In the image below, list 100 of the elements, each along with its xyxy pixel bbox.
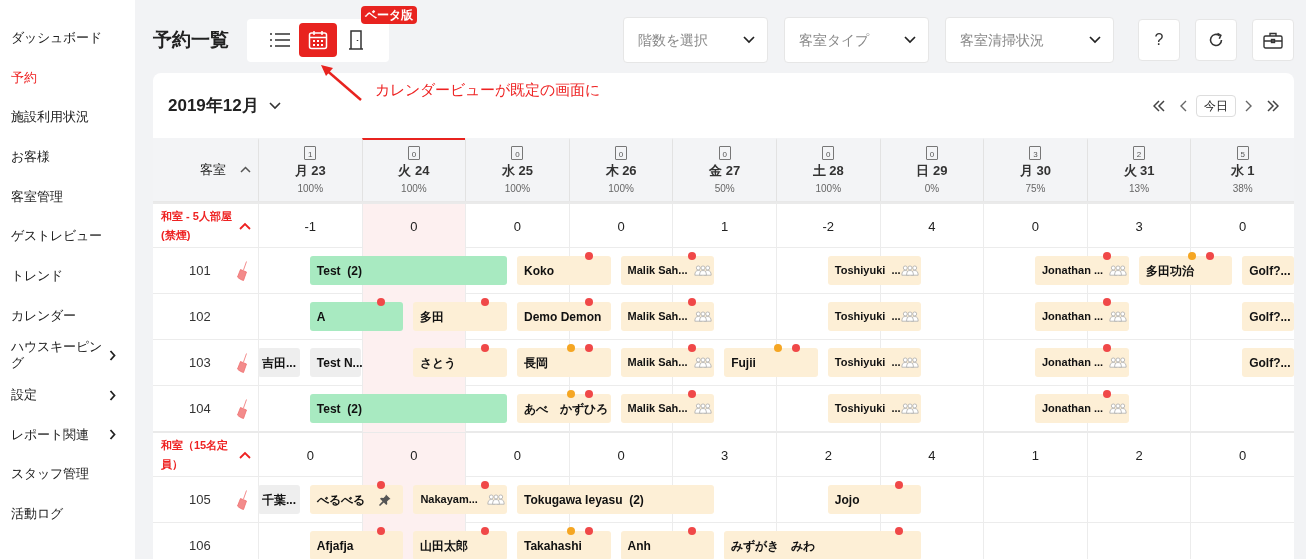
- availability-count: 0: [1239, 446, 1247, 465]
- guest-name: Fujii: [731, 354, 756, 372]
- chevron-down-icon[interactable]: [268, 101, 281, 110]
- occupancy-rate: 100%: [401, 182, 427, 196]
- sidebar-item[interactable]: トレンド: [0, 256, 135, 296]
- room-number: 103: [189, 353, 212, 372]
- guest-name: Toshiyuki ...: [834, 263, 901, 279]
- occupancy-rate: 75%: [1025, 182, 1046, 196]
- guest-name: Toshiyuki ...: [834, 355, 901, 371]
- refresh-button[interactable]: [1195, 19, 1237, 61]
- booking-bar[interactable]: 吉田...: [258, 348, 300, 377]
- room-count-badge: 0: [925, 146, 938, 160]
- room-number: 102: [189, 307, 212, 326]
- room-column-header: 客室: [200, 160, 226, 179]
- help-button[interactable]: ?: [1138, 19, 1180, 61]
- booking-bar[interactable]: Toshiyuki ...: [827, 302, 922, 331]
- availability-count: 1: [721, 217, 729, 236]
- chevron-up-icon[interactable]: [239, 450, 251, 459]
- guest-name: Malik Sah...: [627, 309, 688, 325]
- guest-name: Test (2): [316, 400, 362, 418]
- booking-bar[interactable]: Golf?...: [1242, 256, 1294, 285]
- guest-name: 吉田...: [262, 354, 296, 372]
- annotation-text: カレンダービューが既定の画面に: [375, 80, 600, 100]
- guest-name: Toshiyuki ...: [834, 309, 901, 325]
- room-count-badge: 2: [1133, 146, 1146, 160]
- calendar-icon: [308, 30, 328, 50]
- booking-bar[interactable]: Toshiyuki ...: [827, 256, 922, 285]
- day-label: 火 31: [1123, 162, 1155, 180]
- refresh-icon: [1208, 32, 1224, 48]
- sidebar-item[interactable]: 施設利用状況: [0, 97, 135, 138]
- briefcase-button[interactable]: [1252, 19, 1294, 61]
- guest-name: Jonathan ...: [1042, 355, 1104, 371]
- chevron-down-icon: [1089, 36, 1101, 44]
- sidebar-item[interactable]: 設定: [0, 375, 135, 415]
- page-title: 予約一覧: [153, 27, 230, 52]
- booking-bar[interactable]: Tokugawa Ieyasu (2): [517, 485, 715, 514]
- guest-name: Jojo: [834, 491, 860, 509]
- guest-name: Malik Sah...: [627, 263, 688, 279]
- filter-dropdown[interactable]: 客室タイプ: [784, 17, 929, 63]
- room-count-badge: 0: [407, 146, 420, 160]
- booking-bar[interactable]: Toshiyuki ...: [827, 348, 922, 377]
- day-label: 土 28: [812, 162, 844, 180]
- availability-count: 0: [306, 446, 314, 465]
- sidebar-item[interactable]: 客室管理: [0, 176, 135, 217]
- booking-bar[interactable]: Golf?...: [1242, 302, 1294, 331]
- booking-bar[interactable]: Test N...: [309, 348, 361, 377]
- guest-name: べるべる: [316, 491, 365, 509]
- guest-name: Demo Demon: [524, 308, 602, 326]
- sidebar-item[interactable]: 予約: [0, 57, 135, 98]
- dropdown-placeholder: 客室清掃状況: [960, 30, 1044, 50]
- sidebar-item[interactable]: レポート関連: [0, 414, 135, 455]
- sidebar-item[interactable]: ハウスキーピング: [0, 335, 135, 376]
- chevron-up-icon[interactable]: [240, 166, 251, 173]
- availability-count: 0: [513, 217, 522, 236]
- occupancy-rate: 13%: [1129, 182, 1150, 196]
- beta-badge: ベータ版: [361, 5, 417, 24]
- guest-name: Jonathan ...: [1042, 401, 1104, 417]
- day-label: 水 1: [1230, 162, 1255, 180]
- sidebar-item[interactable]: 活動ログ: [0, 494, 135, 534]
- guest-name: Test (2): [316, 262, 362, 280]
- sidebar-item[interactable]: お客様: [0, 137, 135, 177]
- guest-name: Jonathan ...: [1042, 309, 1104, 325]
- availability-count: 0: [1239, 217, 1247, 236]
- filter-dropdown[interactable]: 客室清掃状況: [945, 17, 1114, 63]
- chevron-left-icon[interactable]: [1180, 99, 1187, 112]
- booking-bar[interactable]: Test (2): [309, 394, 507, 423]
- sidebar-item[interactable]: ダッシュボード: [0, 18, 135, 58]
- guest-name: Golf?...: [1249, 262, 1291, 280]
- chevron-right-icon[interactable]: [1245, 99, 1252, 112]
- guest-name: Takahashi: [524, 537, 582, 555]
- day-label: 日 29: [916, 162, 948, 180]
- double-chevron-right-icon[interactable]: [1267, 99, 1279, 112]
- guest-name: Afjafja: [316, 537, 354, 555]
- availability-count: 0: [410, 446, 418, 465]
- day-label: 月 30: [1019, 162, 1051, 180]
- availability-count: 2: [824, 446, 832, 465]
- sidebar-item[interactable]: カレンダー: [0, 295, 135, 336]
- chevron-up-icon[interactable]: [239, 221, 251, 230]
- availability-count: -1: [304, 217, 317, 236]
- guest-name: Test N...: [316, 354, 363, 372]
- sidebar-item[interactable]: スタッフ管理: [0, 454, 135, 495]
- booking-bar[interactable]: Golf?...: [1242, 348, 1294, 377]
- room-number: 101: [189, 261, 212, 280]
- view-mode-tab[interactable]: [299, 23, 337, 57]
- today-button[interactable]: 今日: [1196, 94, 1236, 117]
- occupancy-rate: 100%: [815, 182, 842, 196]
- booking-bar[interactable]: Test (2): [309, 256, 507, 285]
- room-count-badge: 0: [718, 146, 731, 160]
- availability-count: 3: [721, 446, 729, 465]
- guest-name: Golf?...: [1249, 308, 1291, 326]
- chevron-down-icon: [743, 36, 755, 44]
- booking-bar[interactable]: Toshiyuki ...: [827, 394, 922, 423]
- occupancy-rate: 0%: [924, 182, 940, 196]
- occupancy-rate: 100%: [297, 182, 324, 196]
- double-chevron-left-icon[interactable]: [1153, 99, 1165, 112]
- day-label: 水 25: [501, 162, 533, 180]
- booking-bar[interactable]: 千葉...: [258, 485, 300, 514]
- annotation-arrow: [319, 64, 363, 102]
- sidebar-item[interactable]: ゲストレビュー: [0, 216, 135, 257]
- filter-dropdown[interactable]: 階数を選択: [623, 17, 768, 63]
